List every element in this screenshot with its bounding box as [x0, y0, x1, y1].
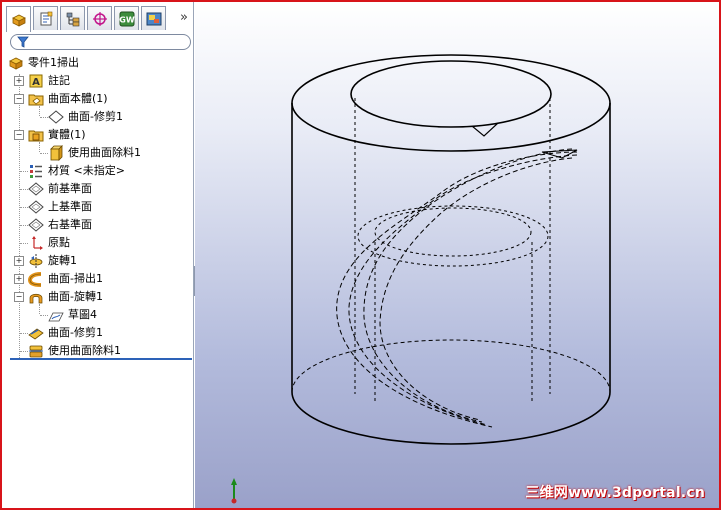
surface-revolve-icon [29, 293, 43, 304]
plane-icon [28, 218, 44, 232]
surface-sweep-icon [28, 272, 42, 287]
surface-cut-icon [29, 345, 43, 358]
manager-tab-bar: GW » [6, 6, 192, 32]
tree-item-revolve1[interactable]: 旋轉1 [28, 252, 77, 270]
tree-filter-box[interactable] [10, 34, 191, 50]
surface-body-icon [48, 110, 64, 124]
tree-item-label: 註記 [48, 74, 70, 87]
material-icon [30, 165, 42, 178]
tree-item-surface-body-trim1[interactable]: 曲面-修剪1 [48, 108, 123, 126]
tree-item-label: 曲面-掃出1 [48, 272, 103, 285]
tree-item-label: 材質 <未指定> [48, 164, 125, 177]
sketch-icon [48, 312, 64, 322]
svg-text:A: A [32, 77, 40, 88]
tree-item-surface-bodies[interactable]: 曲面本體(1) [28, 90, 108, 108]
dimxpert-manager-tab[interactable] [87, 6, 112, 30]
tree-item-label: 曲面本體(1) [48, 92, 108, 105]
graphics-area[interactable]: 三维网www.3dportal.cn [195, 2, 721, 508]
rollback-bar[interactable] [10, 358, 192, 360]
tree-root-label: 零件1掃出 [28, 56, 79, 69]
tree-item-solid-body-cut1[interactable]: 使用曲面除料1 [48, 144, 141, 162]
configuration-manager-tab[interactable] [60, 6, 85, 30]
tree-item-label: 右基準面 [48, 218, 92, 231]
tree-item-front-plane[interactable]: 前基準面 [28, 180, 92, 198]
surface-trim-icon [28, 328, 44, 340]
expand-revolve1-button[interactable]: + [14, 256, 24, 266]
tree-item-surface-trim1[interactable]: 曲面-修剪1 [28, 324, 103, 342]
annotations-icon: A [29, 74, 43, 88]
tree-item-label: 曲面-修剪1 [48, 326, 103, 339]
tree-item-label: 旋轉1 [48, 254, 77, 267]
expand-annotations-button[interactable]: + [14, 76, 24, 86]
part-icon [9, 57, 23, 70]
solid-body-icon [50, 145, 63, 161]
origin-triad-icon [231, 478, 237, 504]
tree-item-origin[interactable]: 原點 [28, 234, 70, 252]
display-manager-tab[interactable] [141, 6, 166, 30]
tree-item-label: 前基準面 [48, 182, 92, 195]
svg-text:GW: GW [119, 15, 135, 24]
feature-manager-tab[interactable] [6, 6, 31, 32]
tree-item-top-plane[interactable]: 上基準面 [28, 198, 92, 216]
feature-manager-icon [11, 14, 26, 27]
application-window: GW » 零件1掃出 + A 註記 − 曲面本體(1) 曲面-修剪1 − 實體(… [0, 0, 721, 510]
display-manager-icon [146, 12, 161, 25]
tree-item-label: 曲面-旋轉1 [48, 290, 103, 303]
collapse-surface-bodies-button[interactable]: − [14, 94, 24, 104]
surface-bodies-folder-icon [28, 94, 44, 106]
add-in-icon: GW [119, 11, 135, 26]
cylinder-wireframe-model[interactable] [195, 2, 721, 508]
expand-surface-sweep1-button[interactable]: + [14, 274, 24, 284]
solid-bodies-folder-icon [28, 130, 44, 142]
filter-icon [17, 36, 29, 48]
tree-item-label: 草圖4 [68, 308, 97, 321]
tree-item-solid-bodies[interactable]: 實體(1) [28, 126, 86, 144]
tree-item-label: 使用曲面除料1 [68, 146, 141, 159]
tree-item-label: 原點 [48, 236, 70, 249]
property-manager-tab[interactable] [33, 6, 58, 30]
tree-item-label: 實體(1) [48, 128, 86, 141]
tree-item-label: 曲面-修剪1 [68, 110, 123, 123]
tree-item-surface-sweep1[interactable]: 曲面-掃出1 [28, 270, 103, 288]
origin-icon [32, 236, 43, 250]
plane-icon [28, 200, 44, 214]
site-watermark: 三维网www.3dportal.cn [525, 485, 705, 501]
tree-item-right-plane[interactable]: 右基準面 [28, 216, 92, 234]
tab-overflow-button[interactable]: » [176, 8, 192, 28]
tree-root[interactable]: 零件1掃出 [8, 54, 79, 72]
feature-manager-panel: GW » 零件1掃出 + A 註記 − 曲面本體(1) 曲面-修剪1 − 實體(… [2, 2, 194, 508]
tree-item-surface-revolve1[interactable]: 曲面-旋轉1 [28, 288, 103, 306]
tree-item-label: 上基準面 [48, 200, 92, 213]
configuration-manager-icon [66, 12, 79, 26]
tree-item-annotations[interactable]: A 註記 [28, 72, 70, 90]
dimxpert-icon [92, 11, 107, 26]
revolve-icon [29, 254, 43, 268]
property-manager-icon [40, 11, 52, 25]
collapse-solid-bodies-button[interactable]: − [14, 130, 24, 140]
plane-icon [28, 182, 44, 196]
tree-item-material[interactable]: 材質 <未指定> [28, 162, 125, 180]
collapse-surface-revolve1-button[interactable]: − [14, 292, 24, 302]
add-in-tab[interactable]: GW [114, 6, 139, 30]
tree-item-sketch4[interactable]: 草圖4 [48, 306, 97, 324]
